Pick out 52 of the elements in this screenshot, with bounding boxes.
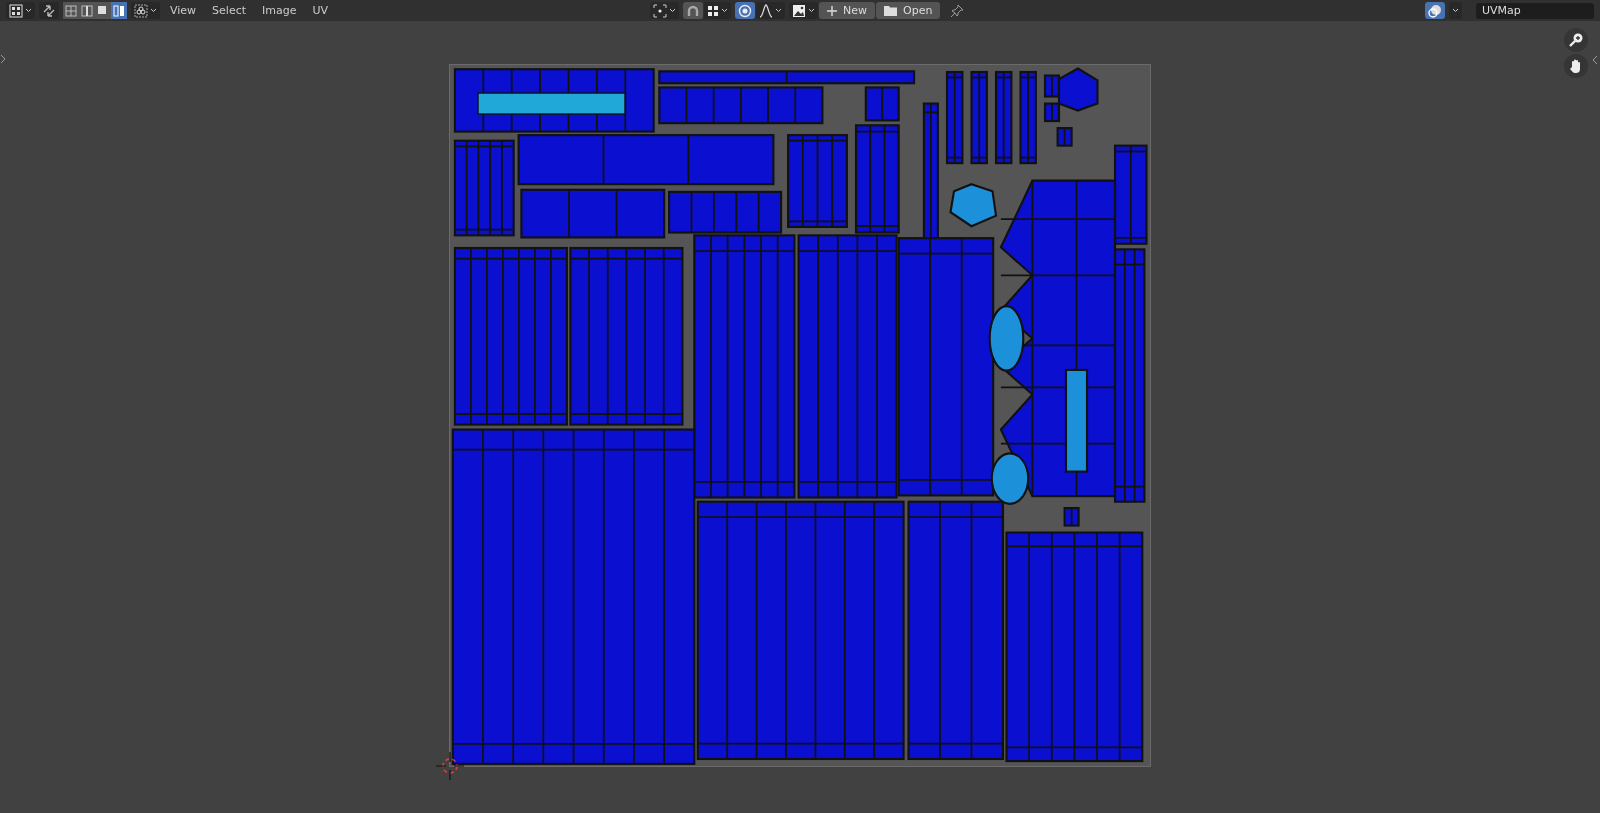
plus-icon <box>827 5 837 16</box>
caret-icon <box>1452 8 1459 13</box>
menu-item[interactable]: UV <box>306 4 335 17</box>
overlays-toggle[interactable] <box>1425 2 1445 19</box>
select-mode-icon <box>81 4 93 17</box>
uv-map-field[interactable]: UVMap <box>1476 2 1594 19</box>
caret-icon <box>669 8 676 13</box>
image-icon <box>792 3 806 18</box>
open-image-button[interactable]: Open <box>876 2 941 19</box>
falloff-curve-icon <box>759 3 773 18</box>
snap-toggle[interactable] <box>683 2 703 19</box>
pivot-icon <box>653 3 667 18</box>
diagonal-arrows-icon <box>42 3 56 18</box>
caret-icon <box>25 8 32 13</box>
sync-selection-toggle[interactable] <box>39 2 59 19</box>
caret-icon <box>775 8 782 13</box>
overlapping-circles-icon <box>1428 3 1442 18</box>
select-mode-icon <box>97 4 109 17</box>
pin-icon[interactable] <box>950 3 965 18</box>
menu-item[interactable]: View <box>164 4 203 17</box>
select-mode-button[interactable] <box>79 2 95 19</box>
new-image-button[interactable]: New <box>819 2 875 19</box>
editor-type-button[interactable] <box>6 2 35 19</box>
grid-icon <box>707 4 719 17</box>
menu-item[interactable]: Image <box>256 4 303 17</box>
chevron-left-icon[interactable] <box>1592 55 1598 65</box>
vertex-cluster-icon <box>134 3 148 18</box>
select-mode-icon <box>113 4 125 17</box>
snap-target-dropdown[interactable] <box>704 2 731 19</box>
caret-icon <box>721 8 728 13</box>
pivot-point-dropdown[interactable] <box>650 2 679 19</box>
pan-button[interactable] <box>1564 54 1588 78</box>
image-browse-dropdown[interactable] <box>789 2 818 19</box>
2d-cursor-icon <box>436 751 464 780</box>
concentric-circles-icon <box>738 3 752 18</box>
checkerboard-icon <box>9 3 23 18</box>
overlays-dropdown[interactable] <box>1449 2 1462 19</box>
select-mode-button[interactable] <box>63 2 79 19</box>
select-mode-button[interactable] <box>111 2 127 19</box>
zoom-button[interactable] <box>1564 28 1588 52</box>
zoom-icon <box>1568 32 1584 48</box>
select-mode-icon <box>65 4 77 17</box>
caret-icon <box>150 8 157 13</box>
menu-item[interactable]: Select <box>206 4 253 17</box>
sticky-selection-dropdown[interactable] <box>131 2 160 19</box>
magnet-icon <box>686 3 700 18</box>
chevron-right-icon[interactable] <box>0 54 6 64</box>
folder-icon <box>884 5 897 16</box>
proportional-editing-toggle[interactable] <box>735 2 755 19</box>
caret-icon <box>808 8 815 13</box>
select-mode-button[interactable] <box>95 2 111 19</box>
falloff-dropdown[interactable] <box>756 2 785 19</box>
